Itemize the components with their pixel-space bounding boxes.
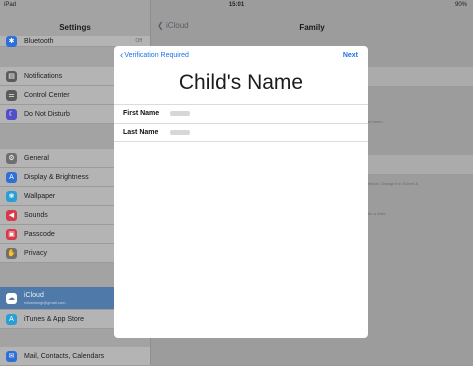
status-bar: iPad 15:01 90% <box>0 0 473 12</box>
app-store-icon: A <box>6 313 17 325</box>
last-name-row[interactable]: Last Name <box>114 123 368 142</box>
detail-row[interactable] <box>351 155 473 174</box>
detail-footer-text: rn more... <box>368 119 386 124</box>
sounds-icon: ◀ <box>6 209 17 221</box>
first-name-row[interactable]: First Name <box>114 104 368 123</box>
verification-required-back-button[interactable]: ‹ Verification Required <box>120 50 189 61</box>
moon-icon: ☾ <box>6 108 17 120</box>
detail-footer-text: for a child. <box>368 211 387 216</box>
control-center-icon: ⚌ <box>6 89 17 101</box>
detail-footer-text: ethod. Change it in iTunes & <box>368 181 419 186</box>
detail-title: Family <box>299 23 325 32</box>
icloud-account: mikaelangi@gmail.com <box>24 299 66 305</box>
sidebar-title: Settings <box>59 23 91 32</box>
last-name-label: Last Name <box>123 129 159 136</box>
hand-icon: ✋ <box>6 247 17 259</box>
mail-icon: ✉ <box>6 350 17 362</box>
back-button-label: Verification Required <box>124 52 189 59</box>
notifications-icon: ▤ <box>6 70 17 82</box>
first-name-field[interactable] <box>170 111 190 116</box>
chevron-left-icon: ‹ <box>120 50 124 61</box>
last-name-field[interactable] <box>170 130 190 135</box>
wallpaper-icon: ❀ <box>6 190 17 202</box>
sidebar-item-mail-contacts-calendars[interactable]: ✉ Mail, Contacts, Calendars <box>0 347 150 366</box>
detail-row[interactable] <box>351 67 473 86</box>
battery-label: 90% <box>454 2 467 8</box>
lock-icon: ▣ <box>6 228 17 240</box>
bluetooth-status: Off <box>135 38 142 44</box>
clock-label: 15:01 <box>228 2 245 8</box>
next-button[interactable]: Next <box>343 52 358 59</box>
child-name-sheet: ‹ Verification Required Next Child's Nam… <box>114 46 368 338</box>
gear-icon: ⚙ <box>6 152 17 164</box>
bluetooth-icon: ✱ <box>6 35 17 47</box>
sheet-heading: Child's Name <box>178 71 304 94</box>
cloud-icon: ☁ <box>6 292 17 304</box>
icloud-label: iCloud <box>24 291 44 299</box>
display-icon: A <box>6 171 17 183</box>
first-name-label: First Name <box>123 110 160 117</box>
